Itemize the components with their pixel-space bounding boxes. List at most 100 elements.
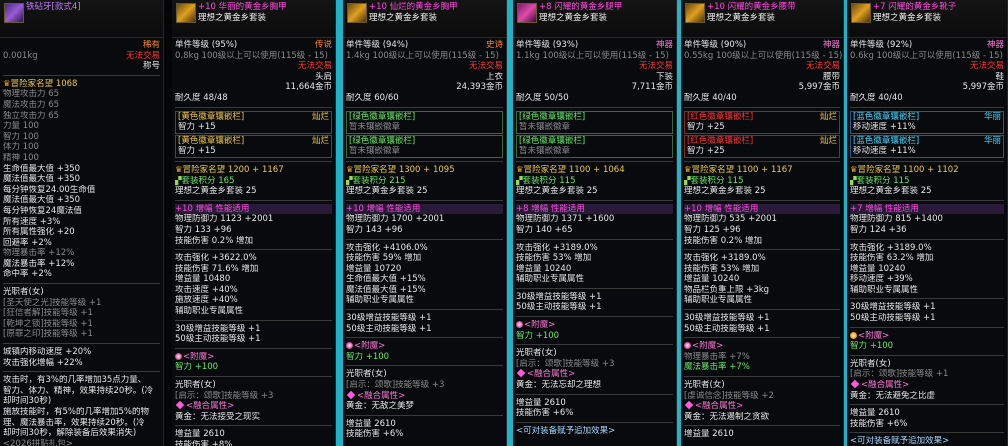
stat-line: [圣天使之光]技能等级 +1 xyxy=(3,298,160,309)
stat-text: 技能伤害 0.2% 增加 xyxy=(684,235,762,246)
stat-line: 智力 140 +65 xyxy=(516,225,673,236)
stat-text: <融合属性> xyxy=(357,390,406,401)
stat-line: 耐久度 48/48 xyxy=(175,93,332,104)
divider xyxy=(516,160,673,162)
stat-text: 所有速度 +3% xyxy=(3,216,61,227)
stat-text: 黄金：无敌之美梦 xyxy=(346,401,415,412)
stat-line: 下装 xyxy=(516,72,673,83)
stat-text: 辅助职业专属属性 xyxy=(175,306,244,317)
stat-line: 魔法暴击率 +12% xyxy=(3,259,160,270)
stat-text: 冒险家名望 1068 xyxy=(10,78,78,89)
stat-text: 增益量 10240 xyxy=(516,263,572,274)
stat-text: 无法交易 xyxy=(297,61,332,72)
stat-line: ▞套装积分 215 xyxy=(346,176,503,187)
emblem-slot: [红色徽章镶嵌栏] 灿烂 智力 +25 xyxy=(684,110,840,134)
stat-line: 每分钟恢复24.00生命值 xyxy=(3,185,160,196)
stat-line: 体力 100 xyxy=(3,142,160,153)
slot-grade: 灿烂 xyxy=(819,135,837,146)
info-row: 单件等级 (94%) 史诗 xyxy=(346,40,503,51)
stat-text: [乾坤之锁]技能等级 +1 xyxy=(3,318,93,329)
stat-text: 物理暴击率 +12% xyxy=(3,248,75,259)
stat-text: 套装积分 165 xyxy=(181,175,235,186)
stat-text: 城镇内移动速度 +20% xyxy=(3,347,92,358)
stat-text: [启示：颂歌]技能等级 +3 xyxy=(346,380,445,391)
emblem-slot-header: [绿色徽章镶嵌栏] xyxy=(519,112,670,123)
stat-text: 冒险家名望 1300 + 1095 xyxy=(353,164,455,175)
stat-line: 黄金：无敌之美梦 xyxy=(346,401,503,412)
fusion-diamond-icon xyxy=(346,390,356,399)
stat-line: 光职者(女) xyxy=(175,380,332,391)
stat-text: 魔法值最大值 +350 xyxy=(3,195,81,206)
stat-line: 物理攻击力 65 xyxy=(3,89,160,100)
stat-text: 耐久度 60/60 xyxy=(346,92,399,103)
enchant-bead-icon xyxy=(516,321,523,329)
slot-stat: 暂未镶嵌徽章 xyxy=(349,146,401,157)
stat-text: 物品栏负重上限 +3kg xyxy=(684,284,770,295)
divider xyxy=(175,160,332,162)
stat-line: 物理暴击率 +7% xyxy=(684,352,840,363)
divider xyxy=(850,404,1004,406)
stat-line: 命中率 +2% xyxy=(3,269,160,280)
stat-text: 技能伤害 53% 增加 xyxy=(684,263,760,274)
stat-line: 技能伤害 0.2% 增加 xyxy=(175,236,332,247)
item-title: +10 华丽的黄金乡胸甲 xyxy=(198,2,287,12)
stat-line: <可对装备赋予追加效果> xyxy=(516,426,673,437)
item-icon xyxy=(685,3,705,23)
stat-text: 50级主动技能等级 +1 xyxy=(850,313,936,324)
stat-line: [启示：颂歌]技能等级 +3 xyxy=(516,359,673,370)
emblem-slot-header: [绿色徽章镶嵌栏] xyxy=(519,136,670,147)
stat-line: 攻击强化 +4106.0% xyxy=(346,243,503,254)
stat-text: [虔诚信念]技能等级 +2 xyxy=(684,390,774,401)
divider xyxy=(175,376,332,378)
divider xyxy=(346,238,503,240)
stat-line: [启示：颂歌]技能等级 +1 xyxy=(850,369,1004,380)
tooltip-header: +7 闪耀的黄金乡靴子 理想之黄金乡套装 xyxy=(847,0,1007,38)
stat-line: 理想之黄金乡套装 25 xyxy=(516,186,673,197)
stat-text: 辅助职业专属属性 xyxy=(850,284,919,295)
stat-text: 精神 100 xyxy=(3,152,39,163)
stat-line: +7 增幅 性能适用 xyxy=(850,203,1004,215)
stat-line: 技能伤害 53% 增加 xyxy=(684,264,840,275)
stat-text: 50级主动技能等级 +1 xyxy=(175,334,261,345)
divider xyxy=(684,337,840,339)
stat-line: 施放速度 +40% xyxy=(175,295,332,306)
fusion-diamond-icon xyxy=(175,401,185,410)
divider xyxy=(516,316,673,318)
emblem-slot-header: [蓝色徽章镶嵌栏] 华丽 xyxy=(853,136,1001,147)
stat-text: 增益量 2610 xyxy=(175,429,225,440)
stat-text: 冒险家名望 1100 + 1064 xyxy=(523,164,625,175)
emblem-slot-header: [红色徽章镶嵌栏] 灿烂 xyxy=(687,136,837,147)
stat-line: 攻击强化 +3189.0% xyxy=(684,253,840,264)
stat-line: [启示：颂歌]技能等级 +3 xyxy=(346,380,503,391)
stat-text: 力量 100 xyxy=(3,121,39,132)
stat-text: 24,393金币 xyxy=(456,82,503,93)
stat-line: 5,997金币 xyxy=(850,82,1004,93)
stat-line: ♛冒险家名望 1200 + 1167 xyxy=(175,165,332,176)
stat-line: <2026拼贴礼包> xyxy=(3,439,160,446)
stat-line: 黄金：无法忘却之理想 xyxy=(516,380,673,391)
divider xyxy=(3,283,160,285)
stat-line: 黄金：无法避免之比虚 xyxy=(850,391,1004,402)
divider xyxy=(346,106,503,108)
stat-text: 11,664金币 xyxy=(285,82,332,93)
stat-text: 智力 +100 xyxy=(516,330,560,341)
divider xyxy=(346,414,503,416)
emblem-slot-header: [绿色徽章镶嵌栏] xyxy=(349,136,500,147)
tooltip-boots: +7 闪耀的黄金乡靴子 理想之黄金乡套装 单件等级 (92%) 神器 0.6kg 100… xyxy=(847,0,1008,446)
tooltip-body: 单件等级 (92%) 神器 0.6kg 100级以上可以使用(115级 - 15) 无… xyxy=(847,38,1007,446)
stat-line: 物理防御力 1371 +1600 xyxy=(516,214,673,225)
stat-line: 增益量 2610 xyxy=(516,398,673,409)
stat-text: 黄金：无法避免之比虚 xyxy=(850,390,936,401)
stat-line: <融合属性> xyxy=(684,401,840,412)
stat-line: 智力 143 +96 xyxy=(346,225,503,236)
set-name: 理想之黄金乡套装 xyxy=(707,13,776,23)
stat-text: +8 增幅 性能适用 xyxy=(516,203,585,214)
stat-text: 智力 +100 xyxy=(346,351,390,362)
stat-line: 增益量 10240 xyxy=(850,264,1004,275)
stat-line: 物理防御力 535 +2001 xyxy=(684,214,840,225)
stat-text: +10 增幅 性能适用 xyxy=(346,203,421,214)
info-row: 0.55kg 100级以上可以使用(115级 - 15) xyxy=(684,51,842,62)
stat-line: 无法交易 xyxy=(346,61,503,72)
stat-line: 物品栏负重上限 +3kg xyxy=(684,285,840,296)
stat-line: ▞套装积分 115 xyxy=(850,176,1004,187)
